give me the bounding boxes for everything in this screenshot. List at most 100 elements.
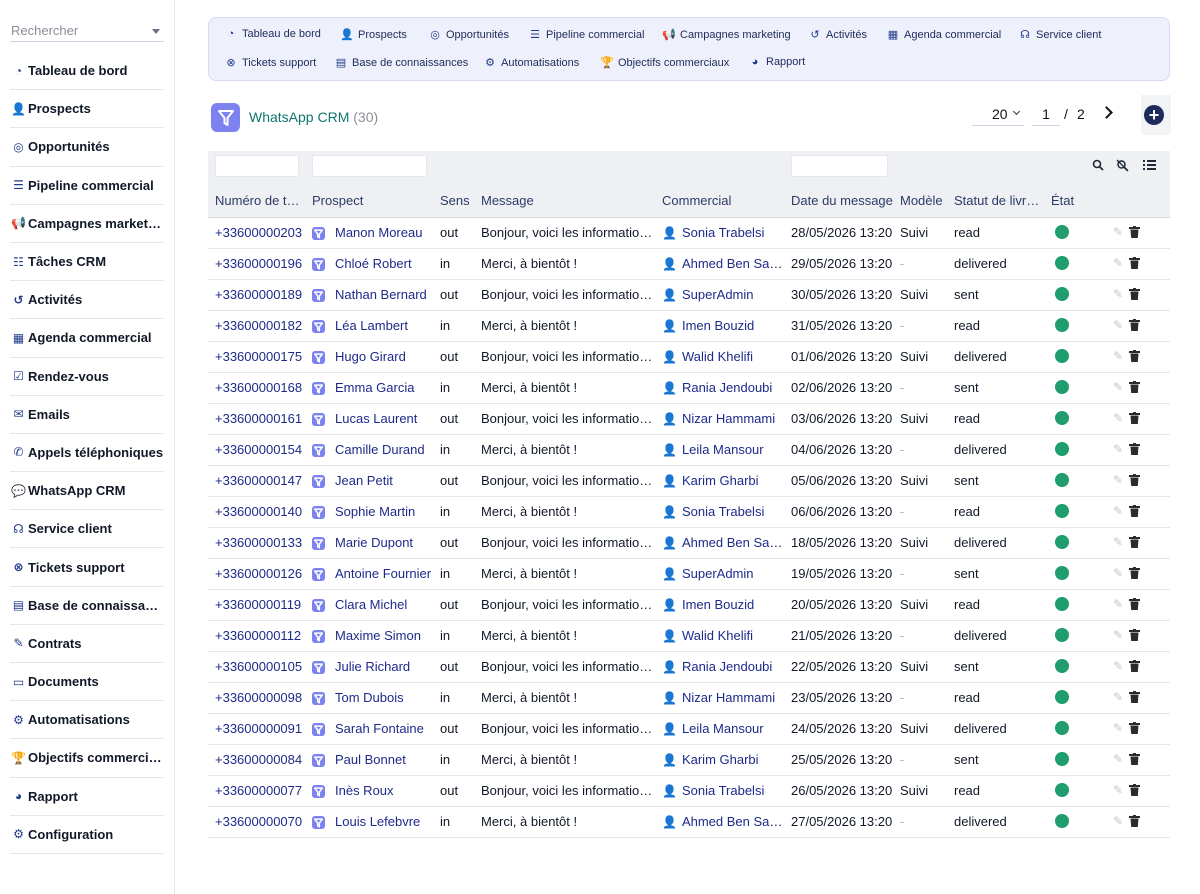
commercial-name[interactable]: Karim Gharbi: [682, 473, 759, 488]
commercial-name[interactable]: Ahmed Ben Salah: [682, 535, 784, 550]
table-row[interactable]: +33600000084 Paul Bonnet in Merci, à bientô…: [208, 744, 1170, 776]
edit-pencil-icon[interactable]: ✎: [1113, 597, 1123, 611]
prospect-name[interactable]: Antoine Fournier: [335, 566, 431, 581]
trash-icon[interactable]: [1129, 288, 1141, 303]
prospect-cell[interactable]: Hugo Girard: [305, 341, 433, 373]
prospect-name[interactable]: Nathan Bernard: [335, 287, 427, 302]
trash-icon[interactable]: [1129, 629, 1141, 644]
edit-pencil-icon[interactable]: ✎: [1113, 473, 1123, 487]
phone-cell[interactable]: +33600000168: [208, 372, 305, 404]
prospect-name[interactable]: Emma Garcia: [335, 380, 414, 395]
commercial-cell[interactable]: 👤 Nizar Hammami: [655, 682, 784, 714]
commercial-name[interactable]: Imen Bouzid: [682, 318, 754, 333]
sidebar-item-7[interactable]: ▦ Agenda commercial: [10, 319, 164, 358]
edit-pencil-icon[interactable]: ✎: [1113, 535, 1123, 549]
trash-icon[interactable]: [1129, 722, 1141, 737]
trash-icon[interactable]: [1129, 567, 1141, 582]
next-page-chevron-icon[interactable]: [1101, 106, 1115, 120]
commercial-name[interactable]: Nizar Hammami: [682, 690, 775, 705]
commercial-name[interactable]: Sonia Trabelsi: [682, 225, 764, 240]
sidebar-item-18[interactable]: 🏆 Objectifs commerciaux: [10, 739, 164, 778]
commercial-name[interactable]: Sonia Trabelsi: [682, 504, 764, 519]
sidebar-item-20[interactable]: ⚙ Configuration: [10, 816, 164, 854]
table-row[interactable]: +33600000175 Hugo Girard out Bonjour, voici…: [208, 341, 1170, 373]
prospect-name[interactable]: Louis Lefebvre: [335, 814, 420, 829]
sidebar-item-15[interactable]: ✎ Contrats: [10, 625, 164, 663]
prospect-cell[interactable]: Léa Lambert: [305, 310, 433, 342]
topnav-item-11[interactable]: 🏆 Objectifs commerciaux: [600, 56, 729, 70]
table-row[interactable]: +33600000196 Chloé Robert in Merci, à bient…: [208, 248, 1170, 280]
commercial-name[interactable]: Nizar Hammami: [682, 411, 775, 426]
filter-prospect-input[interactable]: [312, 155, 427, 177]
table-row[interactable]: +33600000182 Léa Lambert in Merci, à bientô…: [208, 310, 1170, 342]
commercial-cell[interactable]: 👤 Rania Jendoubi: [655, 372, 784, 404]
prospect-name[interactable]: Julie Richard: [335, 659, 410, 674]
prospect-cell[interactable]: Antoine Fournier: [305, 558, 433, 590]
edit-pencil-icon[interactable]: ✎: [1113, 380, 1123, 394]
trash-icon[interactable]: [1129, 443, 1141, 458]
table-row[interactable]: +33600000147 Jean Petit out Bonjour, voici …: [208, 465, 1170, 497]
prospect-name[interactable]: Léa Lambert: [335, 318, 408, 333]
topnav-item-5[interactable]: ↺ Activités: [809, 28, 867, 42]
table-row[interactable]: +33600000077 Inès Roux out Bonjour, voici l…: [208, 775, 1170, 807]
commercial-name[interactable]: Ahmed Ben Salah: [682, 256, 784, 271]
phone-cell[interactable]: +33600000077: [208, 775, 305, 807]
phone-cell[interactable]: +33600000084: [208, 744, 305, 776]
topnav-item-2[interactable]: ◎ Opportunités: [429, 28, 509, 42]
prospect-cell[interactable]: Maxime Simon: [305, 620, 433, 652]
trash-icon[interactable]: [1129, 598, 1141, 613]
trash-icon[interactable]: [1129, 815, 1141, 830]
sidebar-item-11[interactable]: 💬 WhatsApp CRM: [10, 472, 164, 511]
column-header[interactable]: Prospect: [305, 184, 433, 218]
phone-cell[interactable]: +33600000133: [208, 527, 305, 559]
table-row[interactable]: +33600000154 Camille Durand in Merci, à bie…: [208, 434, 1170, 466]
trash-icon[interactable]: [1129, 350, 1141, 365]
caret-down-icon[interactable]: [152, 29, 160, 34]
commercial-cell[interactable]: 👤 Karim Gharbi: [655, 465, 784, 497]
table-row[interactable]: +33600000161 Lucas Laurent out Bonjour, voi…: [208, 403, 1170, 435]
trash-icon[interactable]: [1129, 784, 1141, 799]
prospect-name[interactable]: Chloé Robert: [335, 256, 412, 271]
trash-icon[interactable]: [1129, 536, 1141, 551]
edit-pencil-icon[interactable]: ✎: [1113, 752, 1123, 766]
commercial-cell[interactable]: 👤 Sonia Trabelsi: [655, 217, 784, 249]
commercial-cell[interactable]: 👤 Imen Bouzid: [655, 310, 784, 342]
topnav-item-1[interactable]: 👤 Prospects: [340, 28, 407, 42]
prospect-cell[interactable]: Julie Richard: [305, 651, 433, 683]
table-row[interactable]: +33600000140 Sophie Martin in Merci, à bien…: [208, 496, 1170, 528]
prospect-cell[interactable]: Jean Petit: [305, 465, 433, 497]
edit-pencil-icon[interactable]: ✎: [1113, 690, 1123, 704]
commercial-name[interactable]: Sonia Trabelsi: [682, 783, 764, 798]
sidebar-item-9[interactable]: ✉ Emails: [10, 396, 164, 434]
prospect-name[interactable]: Paul Bonnet: [335, 752, 406, 767]
phone-cell[interactable]: +33600000182: [208, 310, 305, 342]
prospect-cell[interactable]: Paul Bonnet: [305, 744, 433, 776]
prospect-cell[interactable]: Chloé Robert: [305, 248, 433, 280]
trash-icon[interactable]: [1129, 753, 1141, 768]
commercial-name[interactable]: SuperAdmin: [682, 566, 754, 581]
edit-pencil-icon[interactable]: ✎: [1113, 442, 1123, 456]
phone-cell[interactable]: +33600000161: [208, 403, 305, 435]
edit-pencil-icon[interactable]: ✎: [1113, 659, 1123, 673]
sidebar-item-1[interactable]: 👤 Prospects: [10, 90, 164, 129]
sidebar-item-2[interactable]: ◎ Opportunités: [10, 128, 164, 167]
prospect-name[interactable]: Maxime Simon: [335, 628, 421, 643]
sidebar-item-17[interactable]: ⚙ Automatisations: [10, 701, 164, 740]
edit-pencil-icon[interactable]: ✎: [1113, 783, 1123, 797]
phone-cell[interactable]: +33600000196: [208, 248, 305, 280]
sidebar-search[interactable]: Rechercher: [10, 20, 164, 42]
commercial-name[interactable]: Rania Jendoubi: [682, 380, 772, 395]
prospect-cell[interactable]: Emma Garcia: [305, 372, 433, 404]
table-row[interactable]: +33600000098 Tom Dubois in Merci, à bientôt…: [208, 682, 1170, 714]
commercial-cell[interactable]: 👤 Ahmed Ben Salah: [655, 527, 784, 559]
topnav-item-9[interactable]: ▤ Base de connaissances: [335, 56, 468, 70]
table-row[interactable]: +33600000203 Manon Moreau out Bonjour, voic…: [208, 217, 1170, 249]
table-row[interactable]: +33600000105 Julie Richard out Bonjour, voi…: [208, 651, 1170, 683]
sidebar-item-0[interactable]: ◔ Tableau de bord: [10, 52, 164, 91]
prospect-cell[interactable]: Sarah Fontaine: [305, 713, 433, 745]
commercial-name[interactable]: Leila Mansour: [682, 442, 764, 457]
topnav-item-10[interactable]: ⚙ Automatisations: [484, 56, 579, 70]
column-header[interactable]: Sens: [433, 184, 474, 218]
prospect-cell[interactable]: Camille Durand: [305, 434, 433, 466]
prospect-cell[interactable]: Sophie Martin: [305, 496, 433, 528]
